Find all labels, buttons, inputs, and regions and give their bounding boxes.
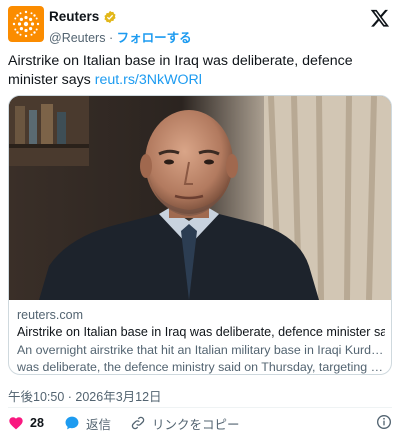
verified-badge-icon [104, 10, 116, 23]
x-logo-icon[interactable] [370, 8, 390, 28]
card-description: An overnight airstrike that hit an Itali… [17, 342, 385, 374]
card-domain: reuters.com [17, 308, 83, 322]
heart-icon [9, 417, 23, 430]
card-title[interactable]: Airstrike on Italian base in Iraq was de… [17, 324, 385, 341]
like-button[interactable]: 28 [8, 414, 44, 432]
author-handle-line: @Reuters · フォローする [49, 27, 192, 46]
copy-link-button[interactable]: リンクをコピー [130, 414, 240, 432]
handle-separator: · [105, 31, 117, 45]
reuters-logo-icon[interactable] [8, 6, 44, 42]
like-count: 28 [30, 416, 44, 430]
reply-label: 返信 [86, 417, 112, 432]
link-icon [131, 416, 145, 430]
info-icon[interactable] [376, 414, 392, 430]
tweet-header: Reuters @Reuters · フォローする [8, 6, 392, 46]
tweet-actions: 28 返信 リンクをコピー [8, 414, 392, 432]
copy-link-label: リンクをコピー [152, 417, 240, 432]
reply-icon [65, 416, 79, 430]
author-name-line: Reuters [49, 9, 117, 24]
follow-button[interactable]: フォローする [117, 31, 192, 45]
tweet-link[interactable]: reut.rs/3NkWORl [95, 72, 202, 88]
reply-button[interactable]: 返信 [64, 414, 111, 432]
tweet-timestamp[interactable]: 午後10:50 · 2026年3月12日 [8, 386, 162, 405]
card-description-line-2: was deliberate, the defence ministry sai… [17, 360, 385, 374]
author-handle[interactable]: @Reuters [49, 31, 105, 45]
link-card[interactable]: reuters.com Airstrike on Italian base in… [8, 95, 392, 375]
card-body: reuters.com Airstrike on Italian base in… [17, 307, 385, 374]
card-image[interactable] [9, 96, 391, 300]
divider [8, 407, 392, 408]
author-name[interactable]: Reuters [49, 9, 99, 24]
card-description-line-1: An overnight airstrike that hit an Itali… [17, 343, 385, 357]
tweet-text: Airstrike on Italian base in Iraq was de… [8, 52, 392, 90]
